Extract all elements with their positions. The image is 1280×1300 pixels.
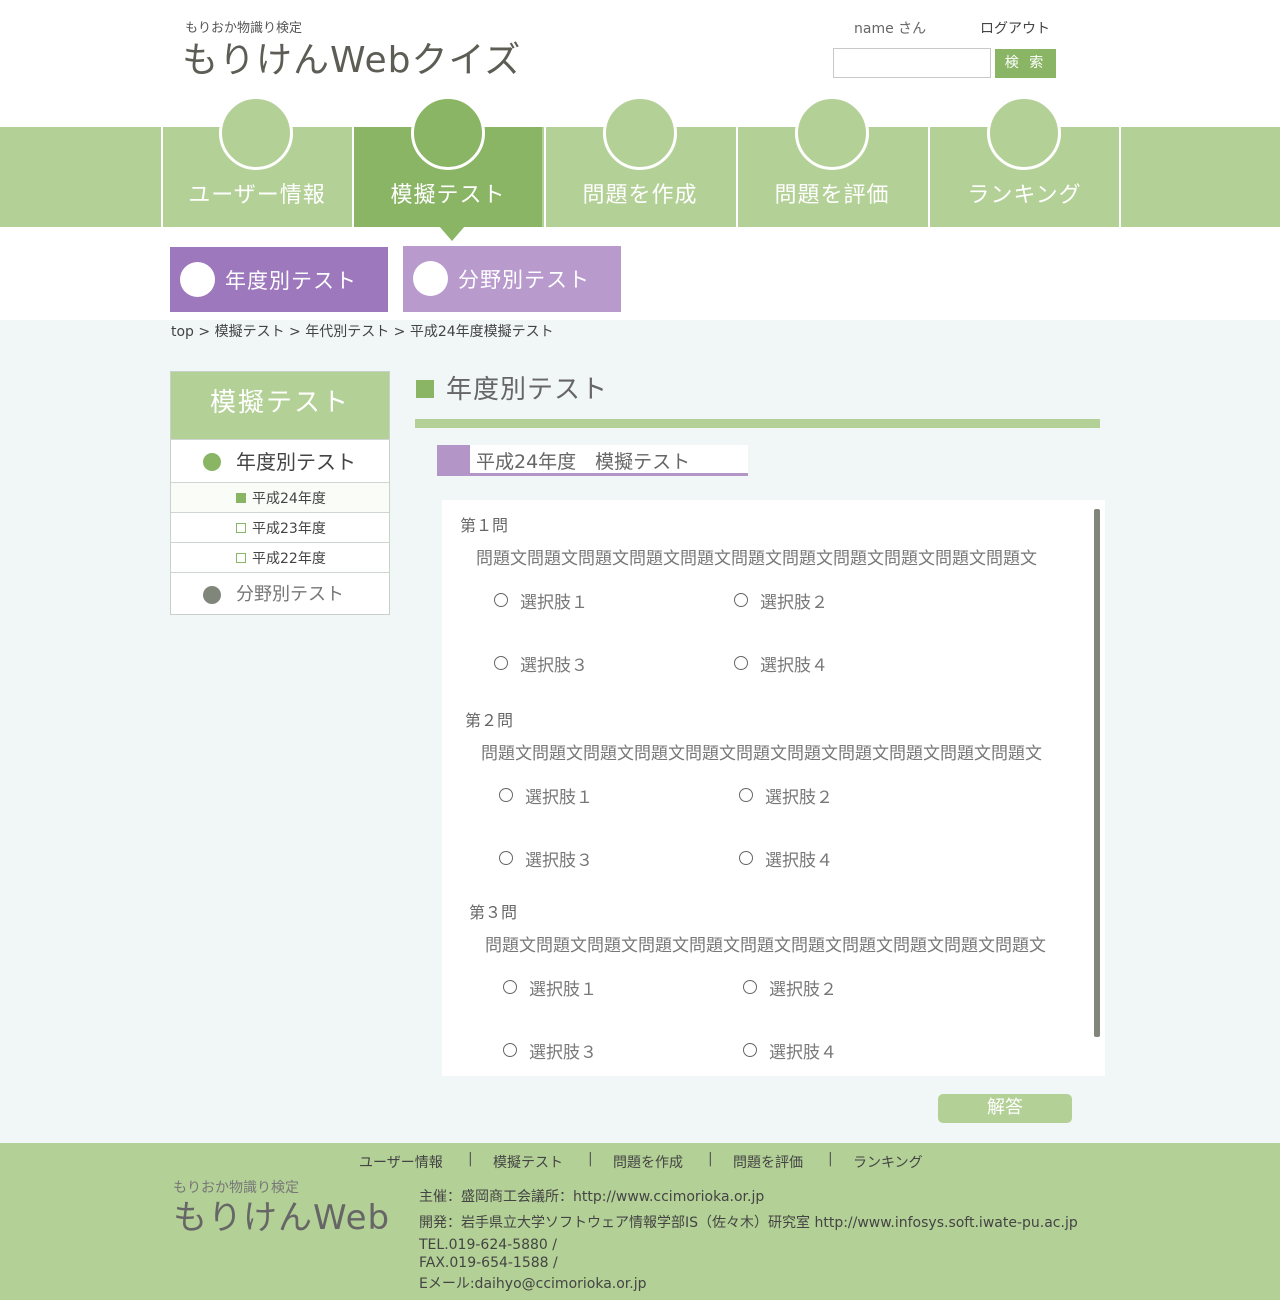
option-label[interactable]: 選択肢３ <box>529 1038 597 1063</box>
footer-tel: TEL.019-624-5880 / <box>419 1237 557 1253</box>
option-label[interactable]: 選択肢２ <box>760 588 828 613</box>
breadcrumb[interactable]: top > 模擬テスト > 年代別テスト > 平成24年度模擬テスト <box>171 321 554 341</box>
nav-tab-label: ユーザー情報 <box>188 183 326 208</box>
footer-separator: | <box>588 1151 593 1167</box>
radio-button[interactable] <box>494 593 508 607</box>
option-label[interactable]: 選択肢２ <box>769 975 837 1000</box>
radio-button[interactable] <box>739 788 753 802</box>
heading-square-icon <box>416 380 434 398</box>
option-label[interactable]: 選択肢４ <box>765 846 833 871</box>
footer-link-create-question[interactable]: 問題を作成 <box>613 1152 683 1172</box>
option-label[interactable]: 選択肢１ <box>529 975 597 1000</box>
section-title: 平成24年度 模擬テスト <box>476 451 691 473</box>
nav-circle-icon <box>987 96 1061 170</box>
sidebar: 模擬テスト 年度別テスト 平成24年度 平成23年度 平成22年度 分野別テスト <box>170 371 390 615</box>
sidebar-item-h24[interactable]: 平成24年度 <box>171 482 389 512</box>
bullet-icon <box>203 453 221 471</box>
radio-button[interactable] <box>743 1043 757 1057</box>
sidebar-item-label: 年度別テスト <box>236 450 356 474</box>
radio-button[interactable] <box>734 593 748 607</box>
radio-button[interactable] <box>499 851 513 865</box>
nav-circle-icon <box>411 96 485 170</box>
section-heading: 平成24年度 模擬テスト <box>437 445 748 476</box>
question-panel: 第１問 問題文問題文問題文問題文問題文問題文問題文問題文問題文問題文問題文 選択… <box>442 500 1105 1076</box>
option-label[interactable]: 選択肢３ <box>520 651 588 676</box>
nav-tab-label: ランキング <box>967 183 1082 208</box>
subtab-label: 年度別テスト <box>225 269 357 293</box>
subtab-by-field[interactable]: 分野別テスト <box>403 246 621 312</box>
title-rule <box>415 419 1100 428</box>
option-label[interactable]: 選択肢１ <box>520 588 588 613</box>
site-title[interactable]: もりけんWebクイズ <box>182 31 521 83</box>
subtab-by-year[interactable]: 年度別テスト <box>170 247 388 312</box>
circle-icon <box>180 262 215 297</box>
radio-button[interactable] <box>499 788 513 802</box>
page-title: 年度別テスト <box>446 375 609 405</box>
footer-separator: | <box>468 1151 473 1167</box>
sidebar-item-h23[interactable]: 平成23年度 <box>171 512 389 542</box>
radio-button[interactable] <box>494 656 508 670</box>
circle-icon <box>413 261 448 296</box>
nav-tab-label: 問題を評価 <box>774 183 890 208</box>
footer-separator: | <box>708 1151 713 1167</box>
sidebar-item-label: 平成22年度 <box>252 551 326 567</box>
option-label[interactable]: 選択肢４ <box>760 651 828 676</box>
search-input[interactable] <box>833 48 991 78</box>
radio-button[interactable] <box>503 980 517 994</box>
radio-button[interactable] <box>739 851 753 865</box>
footer-logo: もりけんWeb <box>173 1198 391 1238</box>
search-button[interactable]: 検 索 <box>995 49 1056 78</box>
nav-tab-label: 模擬テスト <box>390 183 506 208</box>
question-number: 第３問 <box>469 903 518 922</box>
radio-button[interactable] <box>503 1043 517 1057</box>
filled-square-icon <box>236 493 246 503</box>
empty-square-icon <box>236 523 246 533</box>
option-label[interactable]: 選択肢２ <box>765 783 833 808</box>
option-label[interactable]: 選択肢４ <box>769 1038 837 1063</box>
nav-tab-label: 問題を作成 <box>582 183 698 208</box>
sidebar-title: 模擬テスト <box>171 372 389 439</box>
footer-developer: 開発：岩手県立大学ソフトウェア情報学部IS（佐々木）研究室 http://www… <box>419 1215 1078 1231</box>
sidebar-item-label: 平成23年度 <box>252 521 326 537</box>
sidebar-item-label: 平成24年度 <box>252 491 326 507</box>
scrollbar[interactable] <box>1094 509 1100 1037</box>
footer-link-user-info[interactable]: ユーザー情報 <box>359 1152 443 1172</box>
subtab-label: 分野別テスト <box>458 268 590 292</box>
nav-circle-icon <box>603 96 677 170</box>
sidebar-item-by-field[interactable]: 分野別テスト <box>171 572 389 614</box>
option-label[interactable]: 選択肢３ <box>525 846 593 871</box>
question-text: 問題文問題文問題文問題文問題文問題文問題文問題文問題文問題文問題文 <box>476 549 1037 569</box>
sidebar-item-by-year[interactable]: 年度別テスト <box>171 439 389 482</box>
footer-email: Eメール:daihyo@ccimorioka.or.jp <box>419 1276 647 1292</box>
active-tab-pointer-icon <box>439 226 465 241</box>
footer-link-ranking[interactable]: ランキング <box>853 1152 923 1172</box>
footer-sponsor: 主催：盛岡商工会議所：http://www.ccimorioka.or.jp <box>419 1189 765 1205</box>
nav-circle-icon <box>219 96 293 170</box>
bullet-icon <box>203 586 221 604</box>
question-text: 問題文問題文問題文問題文問題文問題文問題文問題文問題文問題文問題文 <box>481 744 1042 764</box>
section-square-icon <box>437 445 470 473</box>
empty-square-icon <box>236 553 246 563</box>
radio-button[interactable] <box>734 656 748 670</box>
logout-link[interactable]: ログアウト <box>980 18 1050 38</box>
sidebar-item-label: 分野別テスト <box>236 584 344 605</box>
radio-button[interactable] <box>743 980 757 994</box>
question-text: 問題文問題文問題文問題文問題文問題文問題文問題文問題文問題文問題文 <box>485 936 1046 956</box>
option-label[interactable]: 選択肢１ <box>525 783 593 808</box>
footer-separator: | <box>828 1151 833 1167</box>
answer-button[interactable]: 解答 <box>938 1094 1072 1123</box>
user-name: name さん <box>854 21 927 37</box>
footer-fax: FAX.019-654-1588 / <box>419 1255 558 1271</box>
question-number: 第２問 <box>465 711 514 730</box>
nav-circle-icon <box>795 96 869 170</box>
question-number: 第１問 <box>460 516 509 535</box>
sidebar-item-h22[interactable]: 平成22年度 <box>171 542 389 572</box>
footer-link-mock-test[interactable]: 模擬テスト <box>493 1152 563 1172</box>
footer-link-evaluate-question[interactable]: 問題を評価 <box>733 1152 803 1172</box>
